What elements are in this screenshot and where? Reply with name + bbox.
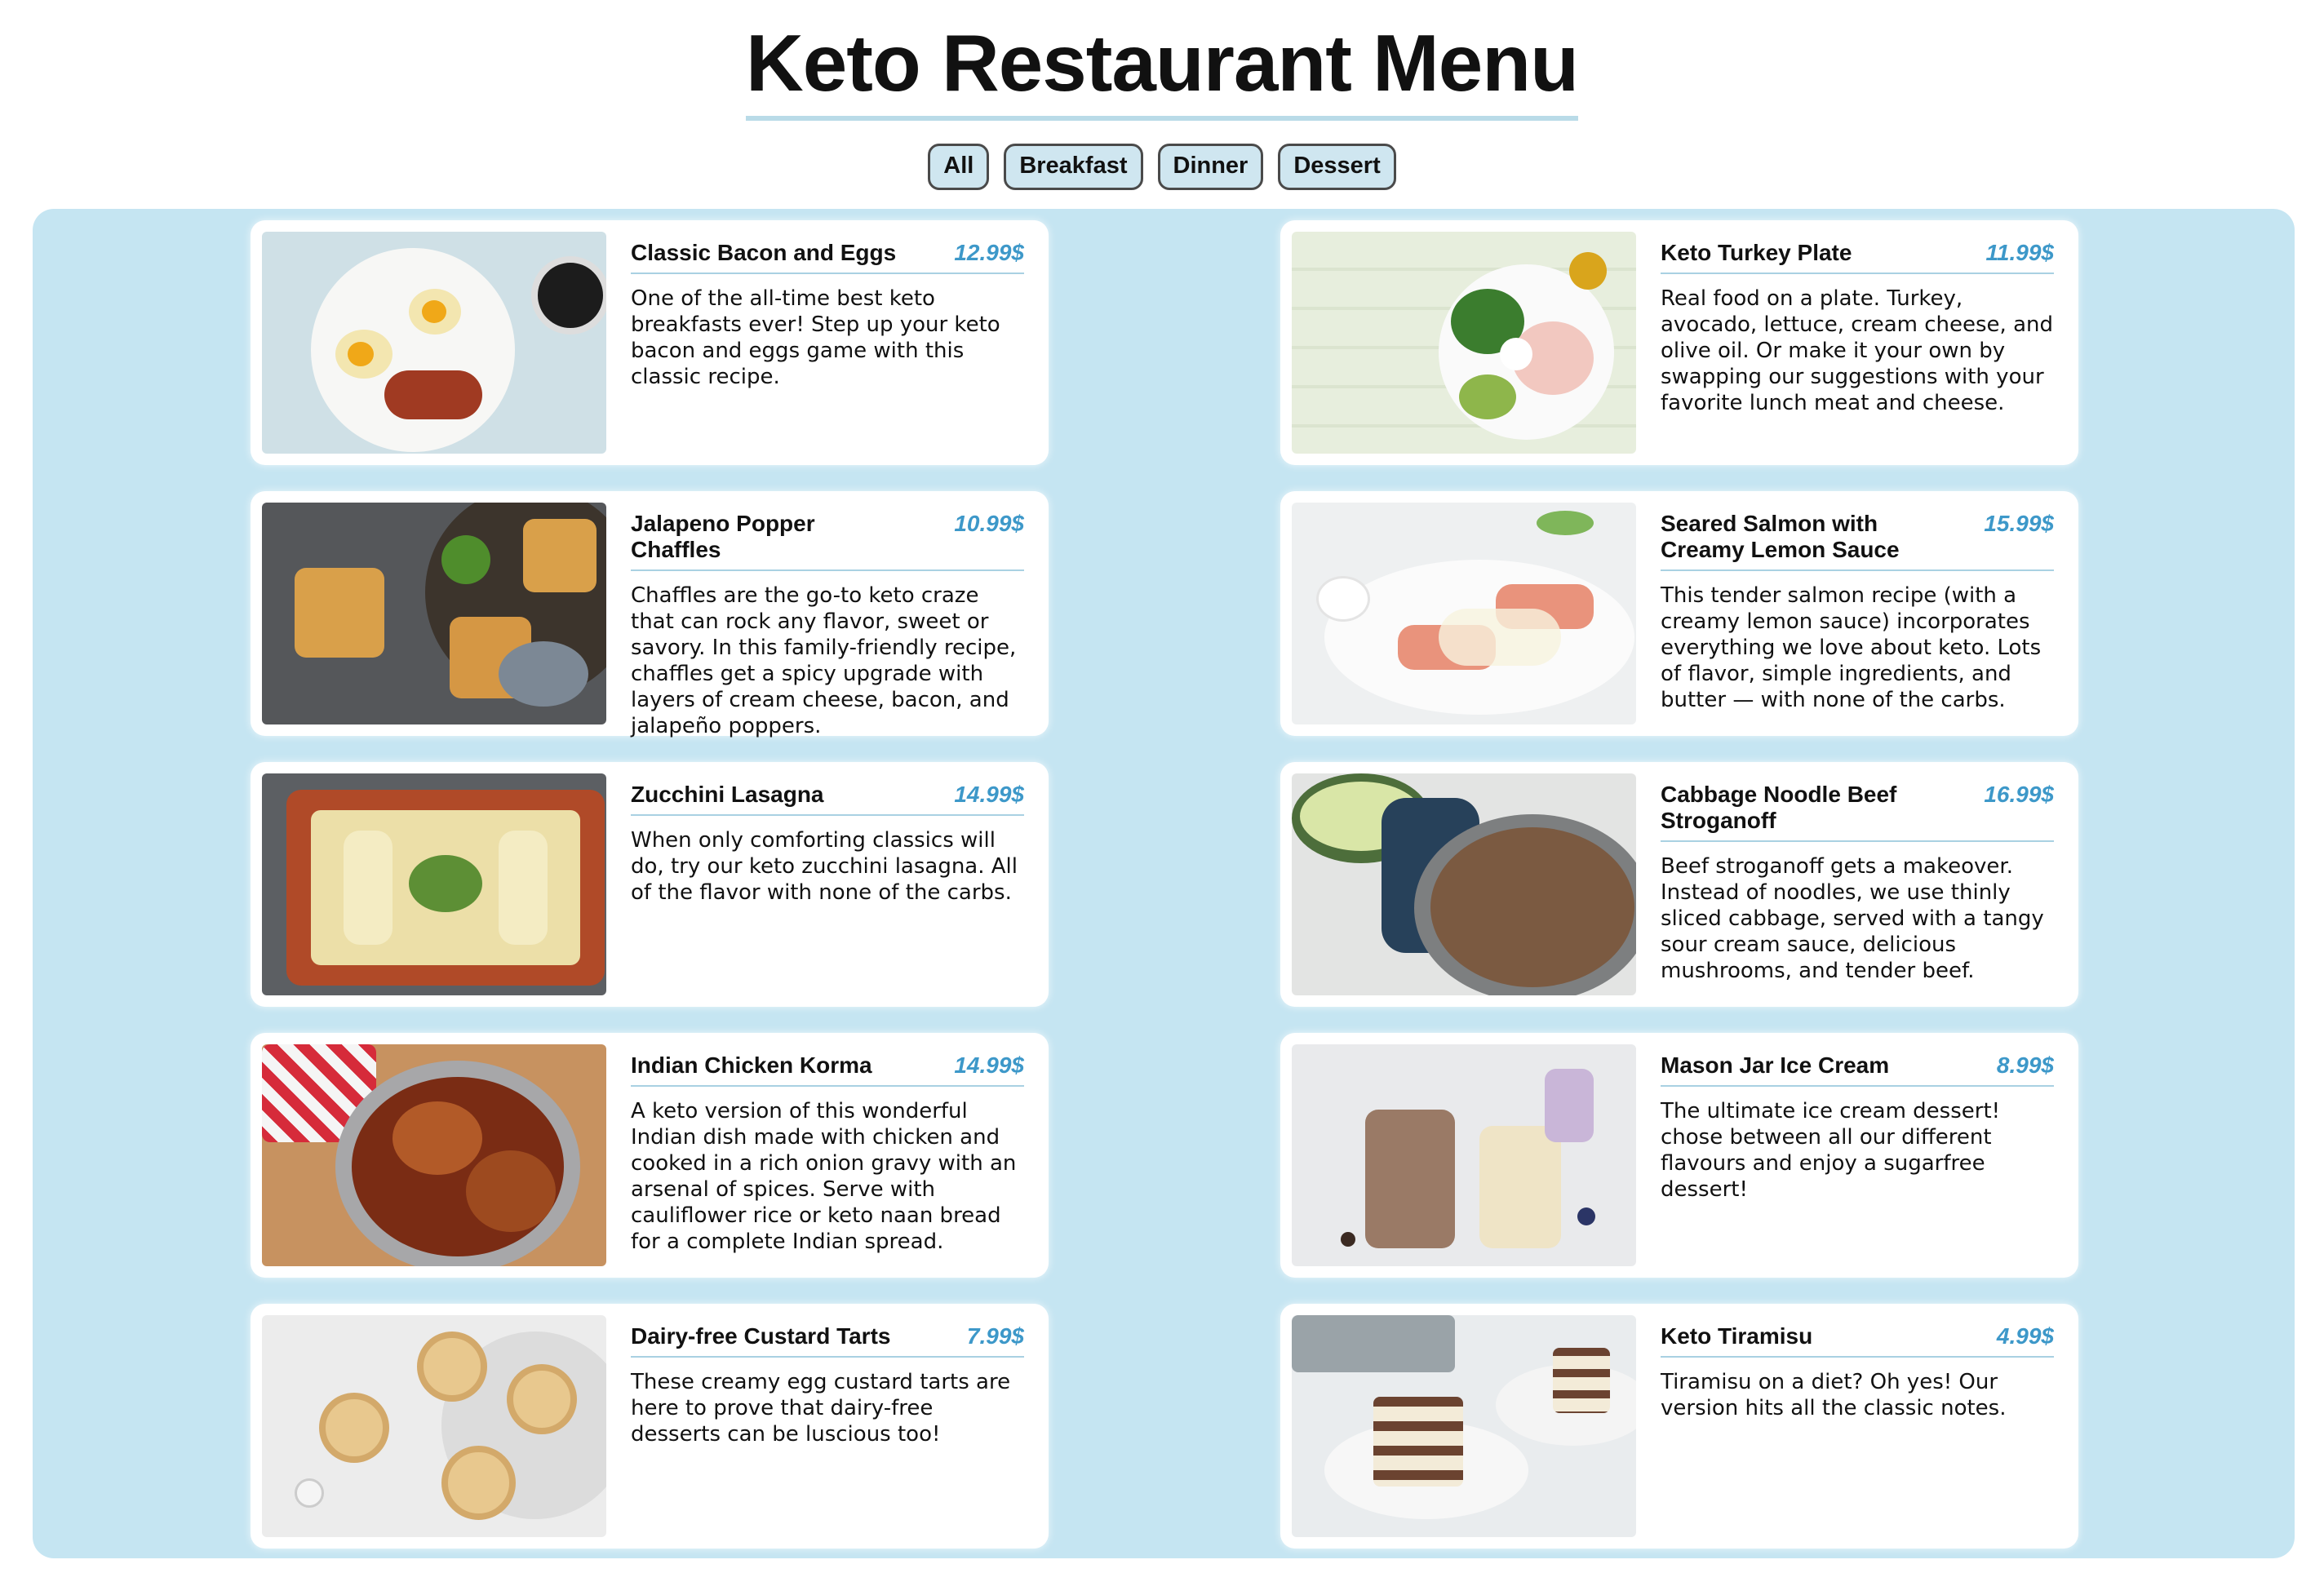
menu-item-card[interactable]: Indian Chicken Korma 14.99$ A keto versi… xyxy=(251,1033,1049,1278)
category-filter-bar: All Breakfast Dinner Dessert xyxy=(0,144,2324,190)
item-description: Real food on a plate. Turkey, avocado, l… xyxy=(1661,286,2053,415)
menu-item-card[interactable]: Cabbage Noodle Beef Stroganoff 16.99$ Be… xyxy=(1280,762,2078,1007)
item-price: 12.99$ xyxy=(954,240,1024,265)
item-name: Mason Jar Ice Cream xyxy=(1661,1052,1890,1078)
custard-tarts-photo xyxy=(262,1315,606,1537)
item-description: A keto version of this wonderful Indian … xyxy=(631,1099,1017,1254)
menu-item-card[interactable]: Seared Salmon with Creamy Lemon Sauce 15… xyxy=(1280,491,2078,736)
item-name: Seared Salmon with Creamy Lemon Sauce xyxy=(1661,511,1900,562)
bacon-eggs-photo xyxy=(262,232,606,454)
item-description: When only comforting classics will do, t… xyxy=(631,828,1018,905)
menu-panel: Classic Bacon and Eggs 12.99$ One of the… xyxy=(33,209,2295,1558)
item-price: 16.99$ xyxy=(1984,782,2054,807)
menu-item-card[interactable]: Keto Tiramisu 4.99$ Tiramisu on a diet? … xyxy=(1280,1304,2078,1549)
item-price: 14.99$ xyxy=(954,782,1024,807)
menu-item-card[interactable]: Keto Turkey Plate 11.99$ Real food on a … xyxy=(1280,220,2078,465)
page-title: Keto Restaurant Menu xyxy=(745,15,1579,121)
menu-item-card[interactable]: Jalapeno Popper Chaffles 10.99$ Chaffles… xyxy=(251,491,1049,738)
menu-item-card[interactable]: Classic Bacon and Eggs 12.99$ One of the… xyxy=(251,220,1049,465)
menu-grid: Classic Bacon and Eggs 12.99$ One of the… xyxy=(251,220,2078,1549)
stroganoff-photo xyxy=(1292,773,1636,995)
header: Keto Restaurant Menu xyxy=(0,0,2324,121)
item-price: 11.99$ xyxy=(1985,240,2054,265)
item-description: One of the all-time best keto breakfasts… xyxy=(631,286,1000,389)
turkey-plate-photo xyxy=(1292,232,1636,454)
item-price: 4.99$ xyxy=(1996,1323,2054,1349)
menu-item-card[interactable]: Mason Jar Ice Cream 8.99$ The ultimate i… xyxy=(1280,1033,2078,1278)
item-name: Zucchini Lasagna xyxy=(631,782,824,807)
item-name: Classic Bacon and Eggs xyxy=(631,240,897,265)
item-description: This tender salmon recipe (with a creamy… xyxy=(1661,583,2042,712)
item-name: Cabbage Noodle Beef Stroganoff xyxy=(1661,782,1897,833)
filter-button-breakfast[interactable]: Breakfast xyxy=(1004,144,1143,190)
item-price: 15.99$ xyxy=(1984,511,2054,536)
filter-button-dessert[interactable]: Dessert xyxy=(1278,144,1396,190)
tiramisu-photo xyxy=(1292,1315,1636,1537)
korma-photo xyxy=(262,1044,606,1266)
item-description: Chaffles are the go-to keto craze that c… xyxy=(631,583,1017,738)
item-description: Beef stroganoff gets a makeover. Instead… xyxy=(1661,854,2044,983)
item-price: 10.99$ xyxy=(954,511,1024,536)
menu-item-card[interactable]: Zucchini Lasagna 14.99$ When only comfor… xyxy=(251,762,1049,1007)
lasagna-photo xyxy=(262,773,606,995)
item-name: Indian Chicken Korma xyxy=(631,1052,872,1078)
item-price: 14.99$ xyxy=(954,1052,1024,1078)
item-name: Keto Turkey Plate xyxy=(1661,240,1852,265)
salmon-photo xyxy=(1292,503,1636,724)
chaffles-photo xyxy=(262,503,606,724)
menu-item-card[interactable]: Dairy-free Custard Tarts 7.99$ These cre… xyxy=(251,1304,1049,1549)
item-name: Dairy-free Custard Tarts xyxy=(631,1323,891,1349)
ice-cream-photo xyxy=(1292,1044,1636,1266)
filter-button-dinner[interactable]: Dinner xyxy=(1157,144,1264,190)
item-name: Jalapeno Popper Chaffles xyxy=(631,511,815,562)
item-description: These creamy egg custard tarts are here … xyxy=(631,1370,1011,1447)
item-price: 8.99$ xyxy=(1996,1052,2054,1078)
filter-button-all[interactable]: All xyxy=(928,144,990,190)
item-name: Keto Tiramisu xyxy=(1661,1323,1813,1349)
item-description: Tiramisu on a diet? Oh yes! Our version … xyxy=(1661,1370,2007,1420)
item-description: The ultimate ice cream dessert! chose be… xyxy=(1661,1099,2001,1202)
item-price: 7.99$ xyxy=(966,1323,1024,1349)
